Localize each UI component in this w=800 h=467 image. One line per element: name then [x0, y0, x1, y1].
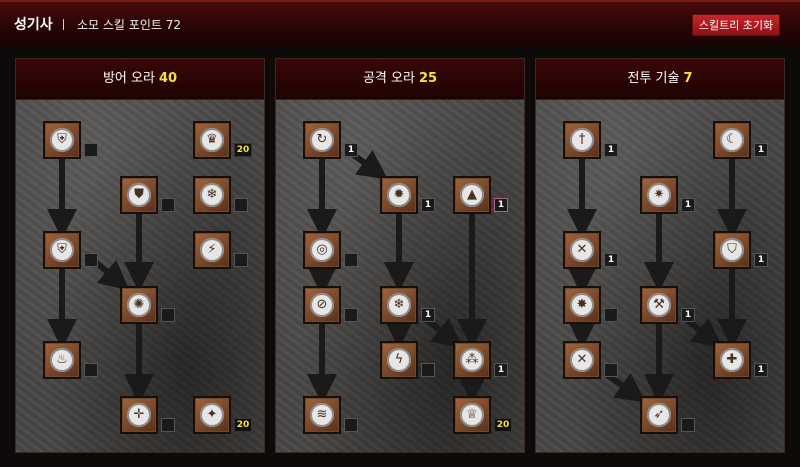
skill-level-badge [421, 363, 435, 377]
skill-node[interactable]: ◎ [303, 231, 341, 269]
skill-node[interactable]: ✕ [563, 231, 601, 269]
skill-level-badge [234, 198, 248, 212]
charge-icon: ➶ [653, 407, 665, 422]
skill-node[interactable]: ✷ [640, 176, 678, 214]
skill-node[interactable]: ✺ [120, 286, 158, 324]
skill-level-badge: 1 [421, 198, 435, 212]
skill-level-badge [84, 363, 98, 377]
skill-level-badge: 1 [604, 253, 618, 267]
skill-node[interactable]: ϟ [380, 341, 418, 379]
skill-node[interactable]: ⛊ [120, 176, 158, 214]
skill-level-badge: 1 [494, 198, 508, 212]
hood-icon: ☾ [726, 132, 738, 147]
thunder-icon: ϟ [394, 352, 404, 367]
crossed-swords-icon: ✕ [576, 352, 588, 367]
skill-node[interactable]: ⊘ [303, 286, 341, 324]
fire-claw-icon: ✹ [393, 187, 405, 202]
skill-level-badge: 1 [681, 198, 695, 212]
skill-node[interactable]: ✛ [120, 396, 158, 434]
skill-level-badge [681, 418, 695, 432]
skill-node[interactable]: ♨ [43, 341, 81, 379]
skill-node[interactable]: ✸ [563, 286, 601, 324]
skill-level-badge [84, 253, 98, 267]
skill-node[interactable]: ♛ [193, 121, 231, 159]
flame-icon: ♨ [56, 352, 68, 367]
trinity-icon: ⁂ [465, 352, 479, 367]
skill-level-badge: 1 [754, 143, 768, 157]
skill-node[interactable]: ✕ [563, 341, 601, 379]
skill-node[interactable]: † [563, 121, 601, 159]
class-title: 성기사 [14, 17, 53, 33]
wing-shield-icon: ⛨ [57, 132, 67, 147]
skill-level-badge: 1 [681, 308, 695, 322]
skill-node[interactable]: ✚ [713, 341, 751, 379]
skill-node[interactable]: ✦ [193, 396, 231, 434]
swirl-icon: ↻ [316, 132, 328, 147]
cross-circle-icon: ✛ [133, 407, 145, 422]
skill-node[interactable]: ▲ [453, 176, 491, 214]
skill-level-badge: 20 [234, 418, 252, 432]
title-divider [63, 19, 64, 30]
sword-icon: † [578, 132, 586, 147]
skill-node[interactable]: ⛉ [713, 231, 751, 269]
skill-node[interactable]: ⚒ [640, 286, 678, 324]
skill-node[interactable]: ⛨ [43, 231, 81, 269]
skill-level-badge: 1 [754, 363, 768, 377]
skill-node[interactable]: ❄ [380, 286, 418, 324]
skill-level-badge [161, 308, 175, 322]
skill-level-badge [344, 418, 358, 432]
skill-level-badge [161, 198, 175, 212]
compass-icon: ✦ [206, 407, 218, 422]
skill-level-badge [161, 418, 175, 432]
top-bar: 성기사 소모 스킬 포인트 72 스킬트리 초기화 [0, 0, 800, 45]
skill-node[interactable]: ⁂ [453, 341, 491, 379]
skill-level-badge [84, 143, 98, 157]
skill-node[interactable]: ↻ [303, 121, 341, 159]
skill-level-badge [344, 308, 358, 322]
lightning-icon: ⚡ [207, 242, 217, 257]
reset-skill-tree-button[interactable]: 스킬트리 초기화 [692, 14, 780, 36]
shield-icon: ⛊ [134, 187, 144, 202]
holy-strike-icon: ✷ [653, 187, 665, 202]
skill-level-badge: 1 [754, 253, 768, 267]
crossed-swords-icon: ✕ [576, 242, 588, 257]
cross-shield-icon: ✚ [726, 352, 738, 367]
skill-level-badge: 1 [421, 308, 435, 322]
hammer-icon: ⚒ [653, 297, 665, 312]
panel-offensive-auras: 공격 오라 25 ↻ 1 ✹ 1 ▲ 1 ◎ ⊘ ❄ 1 ϟ ⁂ 1 ≋ ♕ 20 [275, 58, 525, 453]
slash-icon: ⊘ [316, 297, 328, 312]
skill-node[interactable]: ❄ [193, 176, 231, 214]
crown-icon: ♕ [466, 407, 478, 422]
skill-level-badge [344, 253, 358, 267]
wing-shield-icon: ⛨ [57, 242, 67, 257]
skill-node[interactable]: ⚡ [193, 231, 231, 269]
skill-node[interactable]: ⛨ [43, 121, 81, 159]
winged-shield-icon: ⛉ [727, 242, 737, 257]
frost-icon: ❄ [206, 187, 218, 202]
panel-defensive-auras: 방어 오라 40 ⛨ ♛ 20 ⛊ ❄ ⛨ ⚡ ✺ ♨ ✛ ✦ 20 [15, 58, 265, 453]
skill-node[interactable]: ➶ [640, 396, 678, 434]
panel-combat-skills: 전투 기술 7 † 1 ☾ 1 ✷ 1 ✕ 1 ⛉ 1 ✸ ⚒ 1 ✕ ✚ 1 ➶ [535, 58, 785, 453]
wave-icon: ≋ [316, 407, 328, 422]
skill-node[interactable]: ☾ [713, 121, 751, 159]
skill-node[interactable]: ≋ [303, 396, 341, 434]
mountain-icon: ▲ [467, 187, 477, 202]
skill-node[interactable]: ♕ [453, 396, 491, 434]
skill-level-badge: 1 [344, 143, 358, 157]
skill-level-badge [604, 308, 618, 322]
skill-level-badge: 1 [604, 143, 618, 157]
skill-level-badge: 20 [494, 418, 512, 432]
spent-points-label: 소모 스킬 포인트 72 [77, 18, 181, 32]
crown-icon: ♛ [206, 132, 218, 147]
frost-icon: ❄ [393, 297, 405, 312]
smite-icon: ✸ [576, 297, 588, 312]
skill-level-badge [604, 363, 618, 377]
skill-level-badge: 20 [234, 143, 252, 157]
skill-node[interactable]: ✹ [380, 176, 418, 214]
spiral-icon: ✺ [133, 297, 145, 312]
concentric-icon: ◎ [316, 242, 328, 257]
skill-level-badge [234, 253, 248, 267]
skill-level-badge: 1 [494, 363, 508, 377]
